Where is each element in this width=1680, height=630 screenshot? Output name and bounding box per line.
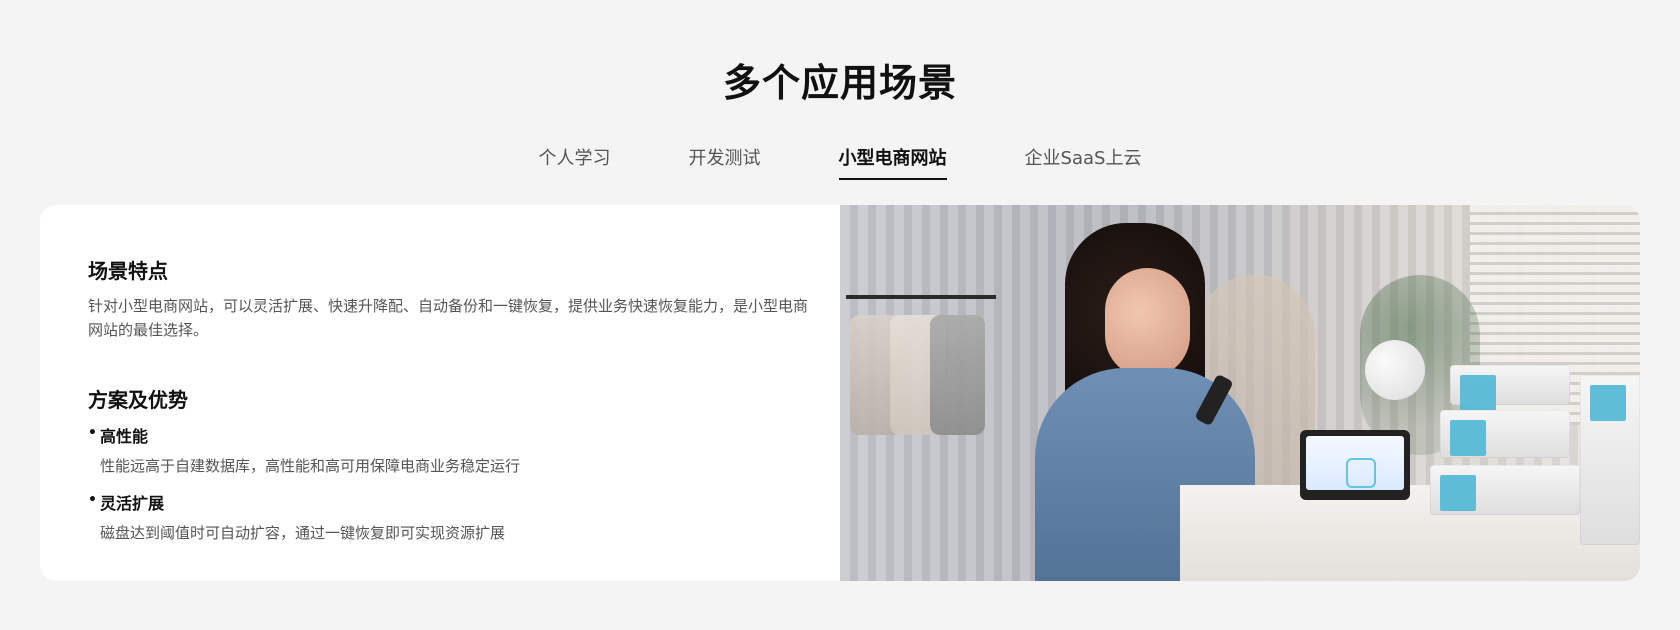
box-label: [1590, 385, 1626, 421]
advantage-item: • 灵活扩展 磁盘达到阈值时可自动扩容，通过一键恢复即可实现资源扩展: [88, 490, 792, 543]
laptop-screen: [1306, 436, 1404, 490]
advantage-title: • 灵活扩展: [88, 490, 792, 514]
advantage-description: 磁盘达到阈值时可自动扩容，通过一键恢复即可实现资源扩展: [100, 524, 506, 542]
advantage-item: • 高性能 性能远高于自建数据库，高性能和高可用保障电商业务稳定运行: [88, 423, 792, 476]
shipping-box: [1440, 410, 1570, 458]
scene-heading: 场景特点: [88, 259, 168, 283]
shipping-box: [1450, 365, 1570, 411]
advantage-description: 性能远高于自建数据库，高性能和高可用保障电商业务稳定运行: [100, 457, 521, 475]
tab-small-ecommerce[interactable]: 小型电商网站: [838, 144, 947, 180]
advantages-heading: 方案及优势: [88, 388, 188, 412]
tab-enterprise-saas[interactable]: 企业SaaS上云: [1025, 144, 1142, 180]
scenario-card: 场景特点 针对小型电商网站，可以灵活扩展、快速升降配、自动备份和一键恢复，提供业…: [40, 205, 1640, 581]
scenario-image: [840, 205, 1640, 581]
advantage-title-text: 灵活扩展: [100, 494, 165, 513]
hanging-shirt: [930, 315, 985, 435]
advantage-title-text: 高性能: [100, 427, 149, 446]
person-face: [1105, 268, 1190, 378]
page: 多个应用场景 个人学习 开发测试 小型电商网站 企业SaaS上云 场景特点 针对…: [0, 0, 1680, 630]
laptop: [1300, 430, 1410, 500]
scenario-tabs: 个人学习 开发测试 小型电商网站 企业SaaS上云: [0, 144, 1680, 180]
tab-dev-test[interactable]: 开发测试: [689, 144, 761, 180]
box-label: [1450, 420, 1486, 456]
tab-personal-learning[interactable]: 个人学习: [539, 144, 611, 180]
shipping-box: [1430, 465, 1580, 515]
bullet-icon: •: [88, 492, 97, 508]
box-label: [1440, 475, 1476, 511]
bullet-icon: •: [88, 425, 97, 441]
shipping-box: [1580, 375, 1640, 545]
desk-lamp: [1365, 340, 1425, 400]
shipping-boxes: [1420, 355, 1640, 581]
scenario-details: 场景特点 针对小型电商网站，可以灵活扩展、快速升降配、自动备份和一键恢复，提供业…: [40, 205, 840, 581]
advantage-title: • 高性能: [88, 423, 792, 447]
scene-description: 针对小型电商网站，可以灵活扩展、快速升降配、自动备份和一键恢复，提供业务快速恢复…: [88, 297, 809, 339]
box-label: [1460, 375, 1496, 411]
tshirt-icon: [1346, 458, 1376, 488]
page-title: 多个应用场景: [722, 61, 957, 105]
